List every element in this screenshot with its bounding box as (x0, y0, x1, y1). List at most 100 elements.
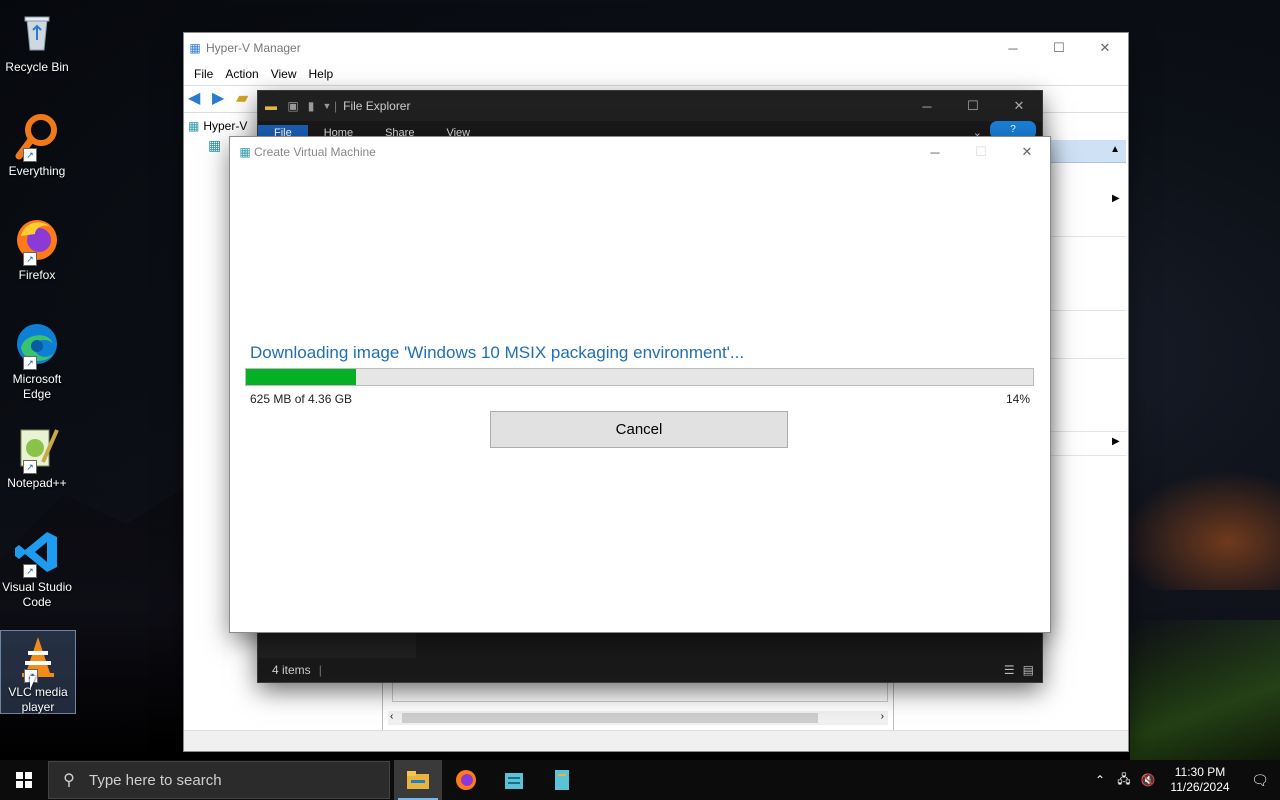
details-view-icon[interactable]: ☰ (1004, 663, 1015, 677)
actions-pane-header[interactable]: ▲ (1050, 140, 1126, 163)
submenu-arrow-icon-2[interactable]: ▶ (1112, 436, 1120, 447)
desktop-icon-label: Microsoft Edge (12, 372, 62, 401)
volume-muted-icon[interactable]: 🔇 (1136, 773, 1160, 787)
desktop-icon-vscode[interactable]: ↗ Visual Studio Code (0, 528, 74, 610)
vlc-icon: ↗ (14, 633, 62, 683)
cancel-button[interactable]: Cancel (490, 411, 788, 448)
tree-root-label: Hyper-V (203, 119, 248, 133)
scroll-left-icon[interactable]: ‹ (390, 711, 393, 722)
explorer-statusbar: 4 items | ☰ ▤ (258, 658, 1042, 682)
desktop-icon-label: Everything (8, 164, 66, 178)
desktop-icon-label: Visual Studio Code (2, 580, 72, 609)
notepadpp-icon: ↗ (13, 424, 61, 474)
folder-up-icon[interactable]: ▰ (236, 91, 254, 107)
content-pane (416, 632, 1042, 658)
dialog-title: Create Virtual Machine (254, 145, 376, 159)
taskbar-create-vm[interactable] (538, 760, 586, 800)
status-item-count: 4 items (272, 663, 311, 677)
status-separator: | (318, 663, 322, 677)
server-node-icon[interactable]: ▦ (208, 137, 221, 154)
actions-divider (1050, 236, 1126, 237)
large-icons-view-icon[interactable]: ▤ (1023, 663, 1034, 677)
desktop-icon-edge[interactable]: ↗ Microsoft Edge (0, 320, 74, 402)
menu-help[interactable]: Help (303, 67, 340, 81)
taskbar-clock[interactable]: 11:30 PM 11/26/2024 (1160, 765, 1240, 795)
horizontal-scrollbar[interactable]: ‹ › (388, 711, 888, 725)
hyperv-menubar: File Action View Help (184, 63, 1128, 85)
vscode-icon: ↗ (13, 528, 61, 578)
recycle-bin-icon (13, 8, 61, 56)
properties-icon[interactable]: ▣ (284, 99, 302, 113)
shortcut-arrow-icon: ↗ (23, 148, 37, 162)
clock-time: 11:30 PM (1174, 765, 1226, 779)
explorer-titlebar[interactable]: ▬ ▣ ▮ ▼ | File Explorer ─ ☐ ✕ (258, 91, 1042, 121)
qat-dropdown-icon[interactable]: ▼ (320, 101, 334, 111)
close-icon[interactable]: ✕ (996, 91, 1042, 121)
scroll-right-icon[interactable]: › (881, 711, 884, 722)
chevron-up-icon[interactable]: ⌃ (1088, 773, 1112, 787)
taskbar-hyperv-manager[interactable] (490, 760, 538, 800)
desktop-icon-label: Notepad++ (7, 476, 67, 490)
download-progress-fill (246, 369, 357, 385)
tree-root-item[interactable]: ▦ Hyper-V (188, 119, 247, 133)
file-explorer-icon (407, 771, 429, 789)
taskbar-firefox[interactable] (442, 760, 490, 800)
minimize-icon[interactable]: ─ (990, 33, 1036, 63)
desktop-icon-label: VLC media player (8, 685, 68, 714)
close-icon[interactable]: ✕ (1004, 137, 1050, 167)
shortcut-arrow-icon: ↗ (23, 252, 37, 266)
new-folder-icon[interactable]: ▮ (302, 99, 320, 113)
desktop-icon-vlc[interactable]: ↗ VLC media player (0, 630, 76, 714)
mouse-cursor-icon (30, 676, 36, 690)
taskbar-file-explorer[interactable] (394, 760, 442, 800)
minimize-icon[interactable]: ─ (904, 91, 950, 121)
actions-divider (1050, 310, 1126, 311)
desktop-icon-firefox[interactable]: ↗ Firefox (0, 216, 74, 283)
menu-view[interactable]: View (265, 67, 303, 81)
collapse-up-icon[interactable]: ▲ (1110, 144, 1120, 155)
window-title: File Explorer (343, 99, 411, 113)
download-percent-label: 14% (1005, 392, 1030, 406)
desktop-icon-notepadpp[interactable]: ↗ Notepad++ (0, 424, 74, 491)
hyperv-vm-icon: ▦ (239, 145, 251, 159)
dialog-titlebar[interactable]: ▦ Create Virtual Machine ─ ☐ ✕ (230, 137, 1050, 167)
shortcut-arrow-icon: ↗ (23, 564, 37, 578)
forward-arrow-icon[interactable]: ▶ (212, 91, 230, 107)
network-icon[interactable]: 🖧 (1112, 770, 1136, 791)
maximize-icon[interactable]: ☐ (1036, 33, 1082, 63)
download-progress-bar (245, 368, 1034, 386)
start-button[interactable] (0, 760, 48, 800)
system-tray: ⌃ 🖧 🔇 11:30 PM 11/26/2024 🗨 (1088, 760, 1280, 800)
notifications-icon[interactable]: 🗨 (1240, 772, 1280, 789)
clock-date: 11/26/2024 (1170, 780, 1230, 794)
desktop-icon-everything[interactable]: ↗ Everything (0, 112, 74, 179)
desktop-icon-recycle-bin[interactable]: Recycle Bin (0, 8, 74, 75)
minimize-icon[interactable]: ─ (912, 137, 958, 167)
scroll-thumb[interactable] (402, 713, 818, 723)
close-icon[interactable]: ✕ (1082, 33, 1128, 63)
hyperv-statusbar (184, 730, 1128, 751)
shortcut-arrow-icon: ↗ (23, 356, 37, 370)
windows-logo-icon (16, 772, 32, 788)
create-vm-dialog[interactable]: ▦ Create Virtual Machine ─ ☐ ✕ Downloadi… (230, 137, 1050, 632)
submenu-arrow-icon[interactable]: ▶ (1112, 193, 1120, 204)
folder-icon: ▬ (265, 99, 277, 113)
window-title: Hyper-V Manager (206, 41, 301, 55)
everything-icon: ↗ (13, 112, 61, 162)
desktop-icon-label: Firefox (18, 268, 56, 282)
back-arrow-icon[interactable]: ◀ (188, 91, 206, 107)
actions-divider (1050, 358, 1126, 359)
search-placeholder: Type here to search (89, 771, 222, 789)
actions-divider (1050, 431, 1126, 432)
maximize-icon[interactable]: ☐ (950, 91, 996, 121)
vm-installer-icon (555, 770, 569, 790)
firefox-icon (456, 770, 476, 790)
taskbar-search-box[interactable]: ⚲ Type here to search (48, 761, 390, 799)
menu-file[interactable]: File (188, 67, 219, 81)
hyperv-titlebar[interactable]: ▦ Hyper-V Manager ─ ☐ ✕ (184, 33, 1128, 63)
desktop-wallpaper-hill (1130, 620, 1280, 760)
title-separator: | (334, 99, 338, 113)
hyperv-node-icon: ▦ (188, 119, 200, 133)
menu-action[interactable]: Action (219, 67, 264, 81)
taskbar: ⚲ Type here to search ⌃ 🖧 🔇 11:30 PM 11/… (0, 760, 1280, 800)
